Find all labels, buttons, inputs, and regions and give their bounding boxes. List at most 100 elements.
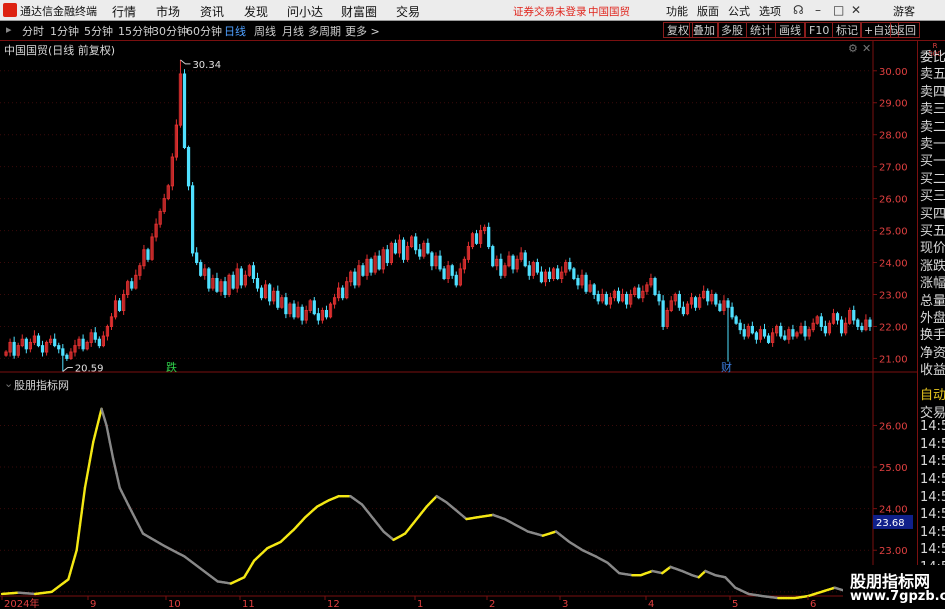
candle-down bbox=[199, 262, 203, 276]
quote-label: 收益 bbox=[920, 363, 945, 379]
quote-label: 委比 bbox=[920, 50, 945, 65]
price-tick-label: 26.00 bbox=[879, 195, 908, 206]
candle-down bbox=[860, 325, 864, 331]
price-tick-label: 28.00 bbox=[879, 131, 908, 142]
indicator-segment bbox=[83, 477, 88, 490]
price-tick-label: 25.00 bbox=[879, 227, 908, 238]
candle-down bbox=[239, 268, 243, 286]
time-tick-label: 2 bbox=[489, 599, 495, 609]
candle-down bbox=[341, 287, 345, 299]
tick-time-label: 14:56 bbox=[920, 507, 945, 523]
quote-label: 买三 bbox=[920, 189, 945, 205]
candle-down bbox=[255, 278, 260, 289]
candle-down bbox=[766, 335, 771, 343]
indicator-tick-label: 26.00 bbox=[879, 421, 908, 432]
candle-down bbox=[742, 329, 746, 337]
quote-label: 卖一 bbox=[920, 137, 945, 152]
time-tick-label: 5 bbox=[732, 599, 738, 609]
candle-down bbox=[637, 287, 641, 299]
candle-down bbox=[474, 233, 479, 244]
candle-down bbox=[523, 252, 527, 267]
candle-down bbox=[268, 284, 272, 302]
indicator-segment bbox=[77, 524, 82, 539]
time-tick-label: 1 bbox=[417, 599, 423, 609]
time-tick-label: 4 bbox=[648, 599, 654, 609]
tick-time-label: 14:56 bbox=[920, 542, 945, 558]
price-tick-label: 27.00 bbox=[879, 163, 908, 174]
candle-down bbox=[61, 348, 65, 356]
quote-label: 换手 bbox=[920, 328, 945, 344]
quote-label: 外盘 bbox=[920, 311, 945, 326]
quote-label: 总量 bbox=[920, 293, 945, 309]
candle-down bbox=[823, 325, 827, 334]
candle-down bbox=[750, 325, 754, 334]
candle-down bbox=[369, 258, 373, 273]
candle-down bbox=[130, 281, 134, 289]
candle-down bbox=[819, 316, 823, 327]
candle-down bbox=[535, 262, 539, 273]
candle-down bbox=[430, 252, 434, 267]
candle-down bbox=[835, 313, 840, 321]
candle-down bbox=[65, 354, 69, 359]
candle-down bbox=[57, 345, 61, 350]
candle-down bbox=[803, 325, 807, 337]
candle-down bbox=[568, 262, 572, 270]
candle-down bbox=[572, 268, 576, 280]
candle-down bbox=[53, 338, 57, 347]
candle-down bbox=[426, 242, 430, 254]
candle-down bbox=[681, 306, 686, 315]
candle-down bbox=[97, 338, 101, 347]
candle-down bbox=[450, 265, 454, 276]
tick-time-label: 14:56 bbox=[920, 454, 945, 470]
last-value-label: 23.68 bbox=[876, 518, 905, 529]
candle-down bbox=[284, 297, 288, 315]
trade-label: 交易 bbox=[920, 405, 945, 421]
candle-down bbox=[624, 293, 629, 305]
candle-down bbox=[693, 297, 698, 308]
price-tick-label: 22.00 bbox=[879, 322, 908, 333]
time-tick-label: 11 bbox=[242, 599, 255, 609]
candle-down bbox=[547, 271, 552, 280]
candle-down bbox=[361, 265, 365, 276]
candle-down bbox=[779, 325, 783, 337]
candle-down bbox=[576, 278, 580, 286]
candle-down bbox=[677, 293, 681, 308]
candle-down bbox=[856, 319, 860, 327]
chart-area[interactable]: 30.34 20.59 30.00 29.00 28.00 27.00 26.00 25.0… bbox=[0, 0, 945, 609]
quote-label: 净资 bbox=[920, 345, 945, 361]
price-tick-label: 23.00 bbox=[879, 290, 908, 301]
candle-down bbox=[868, 319, 872, 327]
time-tick-label: 10 bbox=[168, 599, 181, 609]
indicator-tick-label: 25.00 bbox=[879, 463, 908, 474]
candle-down bbox=[706, 290, 710, 302]
candle-down bbox=[36, 335, 41, 347]
candle-down bbox=[657, 293, 661, 302]
trade-label[interactable]: 自动 bbox=[920, 384, 945, 403]
candle-down bbox=[527, 265, 531, 276]
tick-time-label: 14:56 bbox=[920, 489, 945, 505]
indicator-segment bbox=[80, 499, 85, 514]
candle-down bbox=[718, 303, 722, 311]
candle-down bbox=[117, 300, 122, 311]
candle-down bbox=[616, 290, 621, 302]
candle-down bbox=[207, 268, 211, 289]
candle-down bbox=[783, 335, 787, 340]
event-marker-drop[interactable]: 跌 bbox=[166, 359, 177, 375]
candle-down bbox=[714, 293, 718, 305]
candle-down bbox=[324, 309, 329, 318]
price-annotation-label: 30.34 bbox=[192, 60, 221, 71]
event-marker-finance[interactable]: 财 bbox=[721, 359, 732, 375]
tick-time-label: 14:56 bbox=[920, 472, 945, 487]
price-annotation-label: 20.59 bbox=[75, 364, 104, 375]
candle-down bbox=[24, 338, 28, 350]
quote-label: 卖五 bbox=[920, 67, 945, 83]
indicator-segment bbox=[108, 440, 113, 452]
candle-down bbox=[734, 316, 738, 324]
candle-down bbox=[592, 284, 596, 295]
candle-down bbox=[762, 329, 767, 337]
time-tick-label: 3 bbox=[562, 599, 568, 609]
candle-down bbox=[596, 293, 600, 302]
candle-down bbox=[491, 246, 495, 267]
candle-down bbox=[454, 274, 458, 286]
candle-down bbox=[190, 185, 195, 254]
